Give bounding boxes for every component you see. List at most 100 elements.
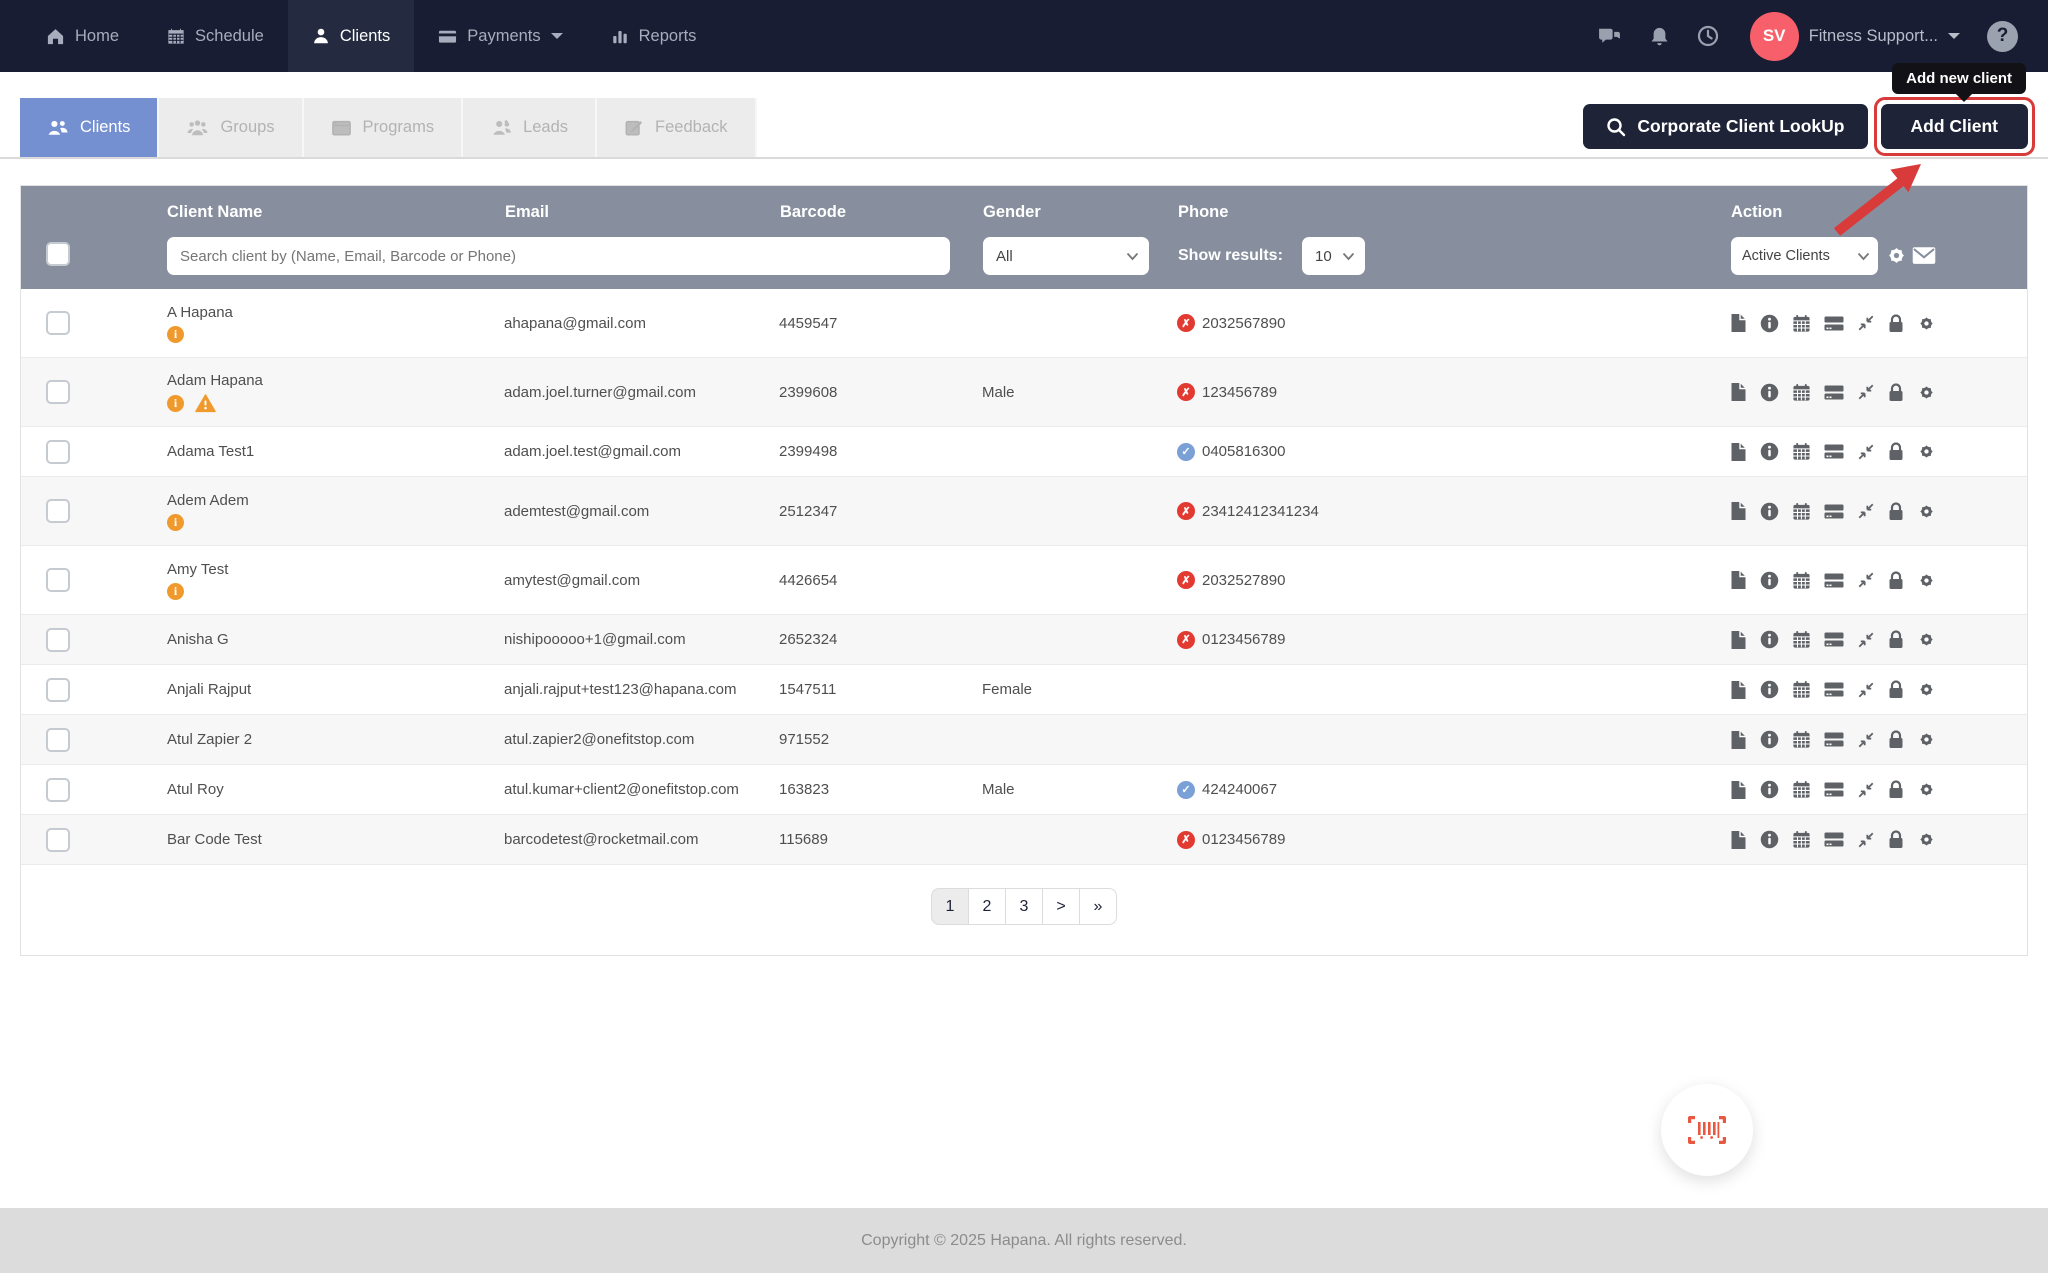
compress-icon[interactable] <box>1857 831 1875 849</box>
lock-icon[interactable] <box>1888 502 1904 521</box>
tab-leads[interactable]: Leads <box>463 98 597 157</box>
lock-icon[interactable] <box>1888 730 1904 749</box>
document-icon[interactable] <box>1730 570 1747 590</box>
client-search-input[interactable] <box>167 237 950 275</box>
show-results-select[interactable]: 10 <box>1302 237 1365 275</box>
info-circle-icon[interactable] <box>1760 680 1779 699</box>
calendar-icon[interactable] <box>1792 383 1811 402</box>
payment-card-icon[interactable] <box>1824 731 1844 748</box>
barcode-scan-fab[interactable] <box>1661 1084 1753 1176</box>
info-icon[interactable]: i <box>167 326 184 343</box>
nav-item-home[interactable]: Home <box>22 0 143 72</box>
document-icon[interactable] <box>1730 313 1747 333</box>
nav-item-payments[interactable]: Payments <box>414 0 586 72</box>
select-all-checkbox[interactable] <box>46 242 70 266</box>
calendar-icon[interactable] <box>1792 314 1811 333</box>
settings-gear-icon[interactable] <box>1917 630 1936 649</box>
nav-item-reports[interactable]: Reports <box>587 0 721 72</box>
row-checkbox[interactable] <box>46 499 70 523</box>
calendar-icon[interactable] <box>1792 680 1811 699</box>
info-icon[interactable]: i <box>167 514 184 531</box>
calendar-icon[interactable] <box>1792 442 1811 461</box>
tab-programs[interactable]: Programs <box>304 98 464 157</box>
lock-icon[interactable] <box>1888 314 1904 333</box>
info-circle-icon[interactable] <box>1760 314 1779 333</box>
pagination-button->[interactable]: > <box>1042 888 1080 925</box>
calendar-icon[interactable] <box>1792 780 1811 799</box>
compress-icon[interactable] <box>1857 731 1875 749</box>
tab-clients[interactable]: Clients <box>20 98 159 157</box>
settings-gear-icon[interactable] <box>1917 730 1936 749</box>
calendar-icon[interactable] <box>1792 830 1811 849</box>
settings-gear-icon[interactable] <box>1917 571 1936 590</box>
settings-gear-icon[interactable] <box>1917 314 1936 333</box>
payment-card-icon[interactable] <box>1824 443 1844 460</box>
gender-filter-select[interactable]: All <box>983 237 1149 275</box>
payment-card-icon[interactable] <box>1824 681 1844 698</box>
chat-button[interactable] <box>1597 26 1622 47</box>
lock-icon[interactable] <box>1888 571 1904 590</box>
info-circle-icon[interactable] <box>1760 502 1779 521</box>
settings-gear-icon[interactable] <box>1917 383 1936 402</box>
compress-icon[interactable] <box>1857 383 1875 401</box>
document-icon[interactable] <box>1730 501 1747 521</box>
calendar-icon[interactable] <box>1792 571 1811 590</box>
calendar-icon[interactable] <box>1792 730 1811 749</box>
payment-card-icon[interactable] <box>1824 503 1844 520</box>
document-icon[interactable] <box>1730 680 1747 700</box>
row-checkbox[interactable] <box>46 568 70 592</box>
payment-card-icon[interactable] <box>1824 572 1844 589</box>
pagination-button-»[interactable]: » <box>1079 888 1117 925</box>
payment-card-icon[interactable] <box>1824 384 1844 401</box>
payment-card-icon[interactable] <box>1824 781 1844 798</box>
settings-gear-icon[interactable] <box>1917 780 1936 799</box>
lock-icon[interactable] <box>1888 680 1904 699</box>
row-checkbox[interactable] <box>46 311 70 335</box>
help-button[interactable]: ? <box>1987 21 2018 52</box>
info-circle-icon[interactable] <box>1760 571 1779 590</box>
row-checkbox[interactable] <box>46 828 70 852</box>
row-checkbox[interactable] <box>46 728 70 752</box>
document-icon[interactable] <box>1730 630 1747 650</box>
info-circle-icon[interactable] <box>1760 730 1779 749</box>
lock-icon[interactable] <box>1888 630 1904 649</box>
settings-gear-icon[interactable] <box>1917 502 1936 521</box>
pagination-button-3[interactable]: 3 <box>1005 888 1043 925</box>
lock-icon[interactable] <box>1888 830 1904 849</box>
nav-item-schedule[interactable]: Schedule <box>143 0 288 72</box>
document-icon[interactable] <box>1730 780 1747 800</box>
payment-card-icon[interactable] <box>1824 831 1844 848</box>
pagination-button-2[interactable]: 2 <box>968 888 1006 925</box>
info-circle-icon[interactable] <box>1760 830 1779 849</box>
info-icon[interactable]: i <box>167 395 184 412</box>
corporate-client-lookup-button[interactable]: Corporate Client LookUp <box>1583 104 1867 149</box>
row-checkbox[interactable] <box>46 380 70 404</box>
lock-icon[interactable] <box>1888 383 1904 402</box>
compress-icon[interactable] <box>1857 781 1875 799</box>
header-email-button[interactable] <box>1912 246 1936 270</box>
info-circle-icon[interactable] <box>1760 383 1779 402</box>
settings-gear-icon[interactable] <box>1917 680 1936 699</box>
info-icon[interactable]: i <box>167 583 184 600</box>
info-circle-icon[interactable] <box>1760 780 1779 799</box>
notifications-button[interactable] <box>1649 26 1670 47</box>
history-button[interactable] <box>1697 25 1719 47</box>
compress-icon[interactable] <box>1857 502 1875 520</box>
row-checkbox[interactable] <box>46 678 70 702</box>
info-circle-icon[interactable] <box>1760 630 1779 649</box>
row-checkbox[interactable] <box>46 778 70 802</box>
add-client-button[interactable]: Add Client <box>1881 104 2029 149</box>
calendar-icon[interactable] <box>1792 502 1811 521</box>
document-icon[interactable] <box>1730 830 1747 850</box>
pagination-button-1[interactable]: 1 <box>931 888 969 925</box>
compress-icon[interactable] <box>1857 681 1875 699</box>
client-status-filter-select[interactable]: Active Clients <box>1731 237 1878 275</box>
payment-card-icon[interactable] <box>1824 315 1844 332</box>
tab-feedback[interactable]: Feedback <box>597 98 756 157</box>
tab-groups[interactable]: Groups <box>159 98 303 157</box>
row-checkbox[interactable] <box>46 628 70 652</box>
compress-icon[interactable] <box>1857 443 1875 461</box>
lock-icon[interactable] <box>1888 780 1904 799</box>
calendar-icon[interactable] <box>1792 630 1811 649</box>
user-menu[interactable]: SV Fitness Support... <box>1746 12 1960 61</box>
